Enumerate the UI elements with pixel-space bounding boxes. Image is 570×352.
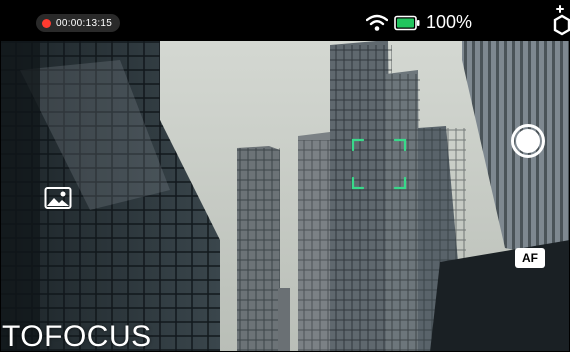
wifi-icon — [365, 14, 388, 31]
status-indicators: 100% — [365, 12, 472, 33]
camera-viewfinder[interactable]: 00:00:13:15 100% AF TOFOCUS — [0, 0, 570, 352]
af-label: AF — [522, 251, 538, 265]
recording-time-text: 00:00:13:15 — [56, 17, 113, 29]
settings-badge-icon[interactable] — [540, 0, 570, 40]
focus-frame-icon[interactable] — [351, 138, 407, 190]
battery-icon — [394, 15, 420, 30]
shutter-icon — [516, 129, 540, 153]
image-gallery-icon[interactable] — [44, 186, 72, 210]
record-dot-icon — [42, 18, 51, 28]
shutter-button[interactable] — [511, 124, 545, 158]
camera-preview-scene — [0, 39, 570, 352]
recording-timer: 00:00:13:15 — [36, 14, 121, 32]
battery-percent: 100% — [425, 12, 472, 32]
af-button[interactable]: AF — [515, 248, 545, 268]
camera-mode-label[interactable]: TOFOCUS — [2, 320, 152, 352]
